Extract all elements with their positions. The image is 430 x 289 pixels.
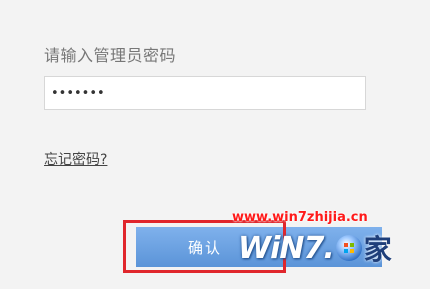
windows-orb-icon bbox=[335, 235, 362, 261]
forgot-password-link[interactable]: 忘记密码? bbox=[44, 149, 107, 169]
watermark-logo: WiN7. 家 bbox=[238, 226, 392, 270]
login-panel: 请输入管理员密码 忘记密码? 确认 www.win7zhijia.cn WiN7… bbox=[0, 0, 430, 289]
watermark-url: www.win7zhijia.cn bbox=[232, 210, 368, 225]
watermark-logo-char: 家 bbox=[363, 233, 392, 266]
password-prompt-label: 请输入管理员密码 bbox=[44, 46, 177, 65]
password-input[interactable] bbox=[44, 76, 366, 110]
watermark-logo-text: WiN7. bbox=[238, 230, 335, 266]
